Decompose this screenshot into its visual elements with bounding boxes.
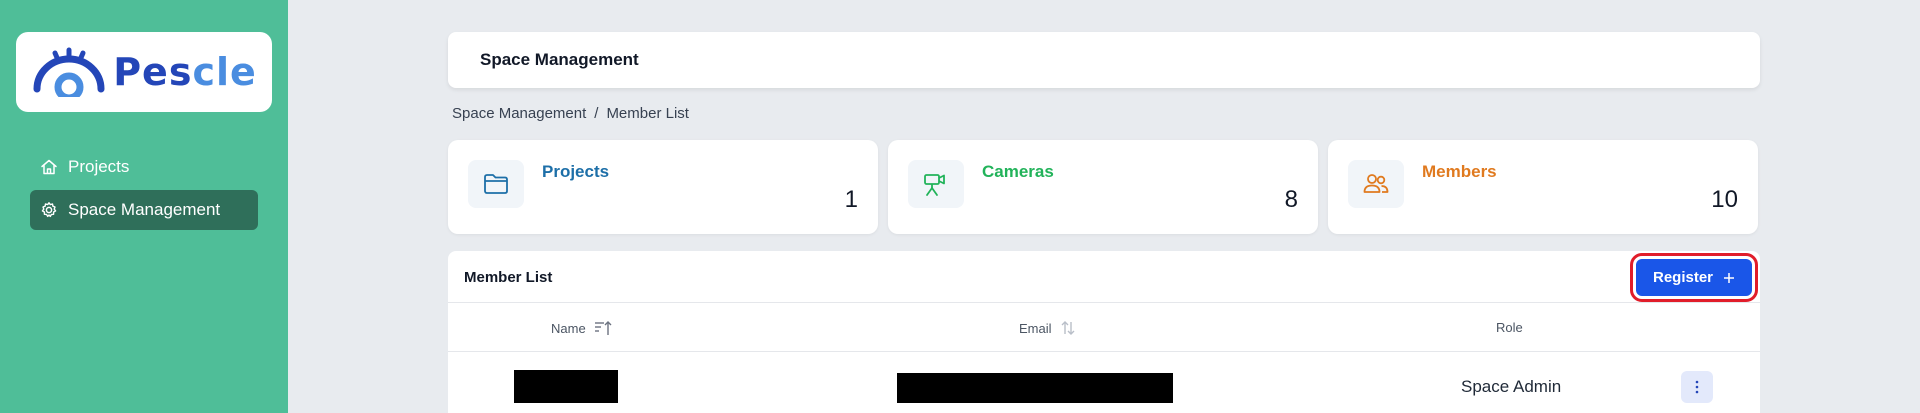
sidebar: Pescle Projects Space Management: [0, 0, 288, 413]
role-cell: Space Admin: [1461, 377, 1562, 396]
column-header-label: Role: [1496, 320, 1523, 335]
stat-card-cameras: Cameras 8: [888, 140, 1318, 234]
column-header-email[interactable]: Email: [1019, 320, 1076, 336]
stat-value: 10: [1711, 186, 1738, 213]
stat-value: 1: [844, 186, 858, 213]
camera-icon: [908, 160, 964, 208]
sort-ascending-icon: [594, 321, 612, 335]
redacted-name: [514, 370, 618, 403]
breadcrumb-item-space-management[interactable]: Space Management: [452, 105, 586, 122]
sidebar-item-label: Projects: [68, 157, 130, 176]
column-header-role: Role: [1496, 320, 1523, 335]
register-button[interactable]: Register: [1630, 253, 1758, 302]
gear-icon: [40, 201, 58, 219]
register-button-label: Register: [1652, 269, 1714, 286]
page-title: Space Management: [480, 50, 639, 69]
logo[interactable]: Pescle: [16, 32, 272, 112]
member-list-title: Member List: [464, 269, 553, 286]
stat-label: Projects: [542, 162, 610, 181]
stat-value: 8: [1284, 186, 1298, 213]
home-icon: [40, 158, 58, 176]
users-icon: [1348, 160, 1404, 208]
column-header-label: Name: [551, 320, 586, 336]
redacted-email: [897, 373, 1173, 403]
member-list-card: Member List Register Name Email Role Spa…: [448, 251, 1760, 413]
logo-text: Pescle: [113, 50, 257, 94]
column-header-label: Email: [1019, 320, 1052, 336]
column-header-name[interactable]: Name: [551, 320, 612, 336]
sidebar-item-projects[interactable]: Projects: [30, 147, 258, 187]
stat-label: Cameras: [982, 162, 1054, 181]
sidebar-item-space-management[interactable]: Space Management: [30, 190, 258, 230]
table-row: Space Admin: [448, 352, 1760, 413]
folder-icon: [468, 160, 524, 208]
stat-label: Members: [1422, 162, 1497, 181]
sidebar-item-label: Space Management: [68, 200, 221, 219]
member-list-header: Member List Register: [448, 251, 1760, 303]
breadcrumb-separator: /: [594, 105, 599, 122]
breadcrumb-item-member-list: Member List: [606, 105, 689, 122]
breadcrumb: Space Management / Member List: [452, 105, 689, 122]
table-header: Name Email Role: [448, 303, 1760, 352]
page-header: Space Management: [448, 32, 1760, 88]
stat-card-members: Members 10: [1328, 140, 1758, 234]
stat-card-projects: Projects 1: [448, 140, 878, 234]
eye-logo-icon: [33, 47, 105, 97]
plus-icon: [1724, 272, 1735, 283]
sort-icon: [1061, 321, 1075, 335]
kebab-menu-icon: [1695, 380, 1699, 394]
row-actions-button[interactable]: [1681, 371, 1713, 403]
